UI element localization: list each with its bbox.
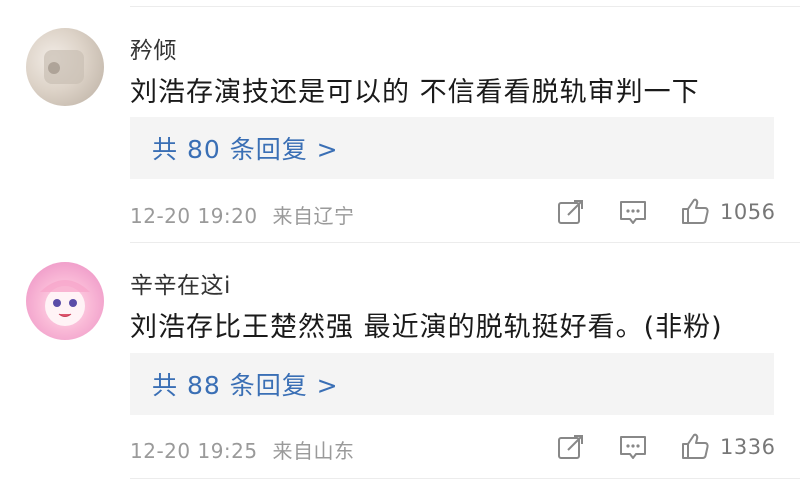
timestamp: 12-20 19:20 [130, 204, 258, 228]
username[interactable]: 辛辛在这i [130, 266, 231, 300]
share-icon[interactable] [556, 432, 586, 462]
thumbs-up-icon[interactable] [680, 431, 710, 461]
timestamp: 12-20 19:25 [130, 439, 258, 463]
comment-icon[interactable] [618, 198, 648, 228]
replies-label: 共 80 条回复 > [152, 135, 339, 164]
top-divider [130, 6, 800, 7]
view-replies-button[interactable]: 共 80 条回复 > [130, 117, 774, 179]
share-icon[interactable] [556, 197, 586, 227]
like-count: 1056 [720, 200, 776, 224]
location: 来自山东 [272, 439, 355, 463]
avatar-image [44, 50, 84, 84]
location: 来自辽宁 [272, 204, 355, 228]
comment-meta: 12-20 19:20 来自辽宁 [130, 200, 354, 229]
avatar[interactable] [26, 262, 104, 340]
thumbs-up-icon[interactable] [680, 196, 710, 226]
avatar[interactable] [26, 28, 104, 106]
replies-label: 共 88 条回复 > [152, 371, 339, 400]
comment-meta: 12-20 19:25 来自山东 [130, 435, 354, 464]
comment-icon[interactable] [618, 433, 648, 463]
like-count: 1336 [720, 435, 776, 459]
view-replies-button[interactable]: 共 88 条回复 > [130, 353, 774, 415]
username[interactable]: 矜倾 [130, 31, 177, 65]
bottom-divider [130, 478, 800, 479]
comment-text: 刘浩存比王楚然强 最近演的脱轨挺好看。(非粉) [130, 312, 723, 343]
avatar-image [40, 280, 90, 326]
comment-divider [130, 242, 800, 243]
comment-text: 刘浩存演技还是可以的 不信看看脱轨审判一下 [130, 77, 700, 108]
